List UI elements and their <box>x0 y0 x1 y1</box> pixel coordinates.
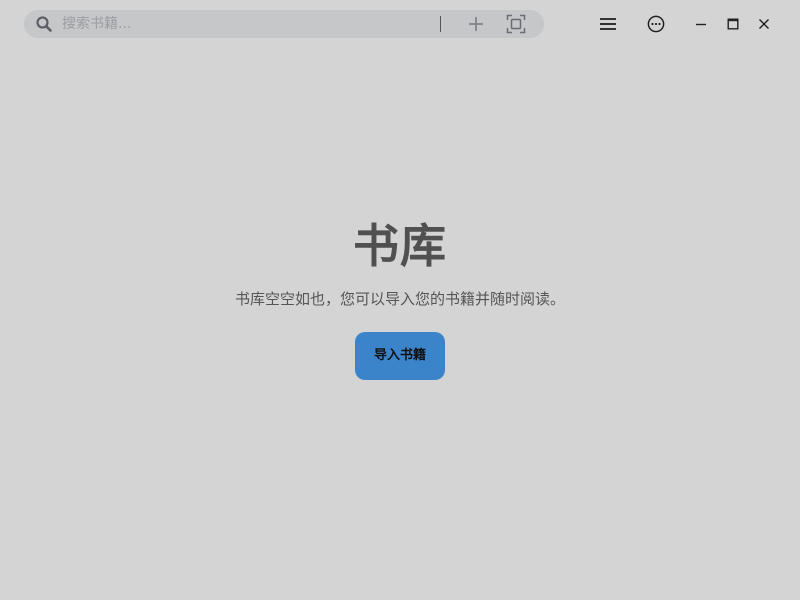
app-window: 书库 书库空空如也，您可以导入您的书籍并随时阅读。 导入书籍 <box>0 0 800 600</box>
main-menu-button[interactable] <box>596 12 620 36</box>
close-icon <box>759 19 769 29</box>
minimize-button[interactable] <box>689 12 713 36</box>
scan-icon <box>506 14 526 34</box>
empty-description: 书库空空如也，您可以导入您的书籍并随时阅读。 <box>234 290 565 308</box>
hamburger-menu-icon <box>600 18 616 30</box>
search-bar <box>24 10 544 38</box>
search-input[interactable] <box>62 14 422 34</box>
more-options-button[interactable] <box>644 12 668 36</box>
page-title: 书库 <box>353 219 447 273</box>
search-icon <box>36 16 52 32</box>
minimize-icon <box>696 23 706 26</box>
more-options-icon <box>647 15 665 33</box>
close-button[interactable] <box>752 12 776 36</box>
search-divider <box>440 16 441 32</box>
maximize-icon <box>727 18 739 30</box>
plus-icon <box>469 17 483 31</box>
library-empty-state: 书库 书库空空如也，您可以导入您的书籍并随时阅读。 导入书籍 <box>0 210 800 380</box>
maximize-button[interactable] <box>721 12 745 36</box>
import-books-button[interactable]: 导入书籍 <box>355 332 445 380</box>
scan-button[interactable] <box>506 14 526 34</box>
add-book-button[interactable] <box>466 14 486 34</box>
